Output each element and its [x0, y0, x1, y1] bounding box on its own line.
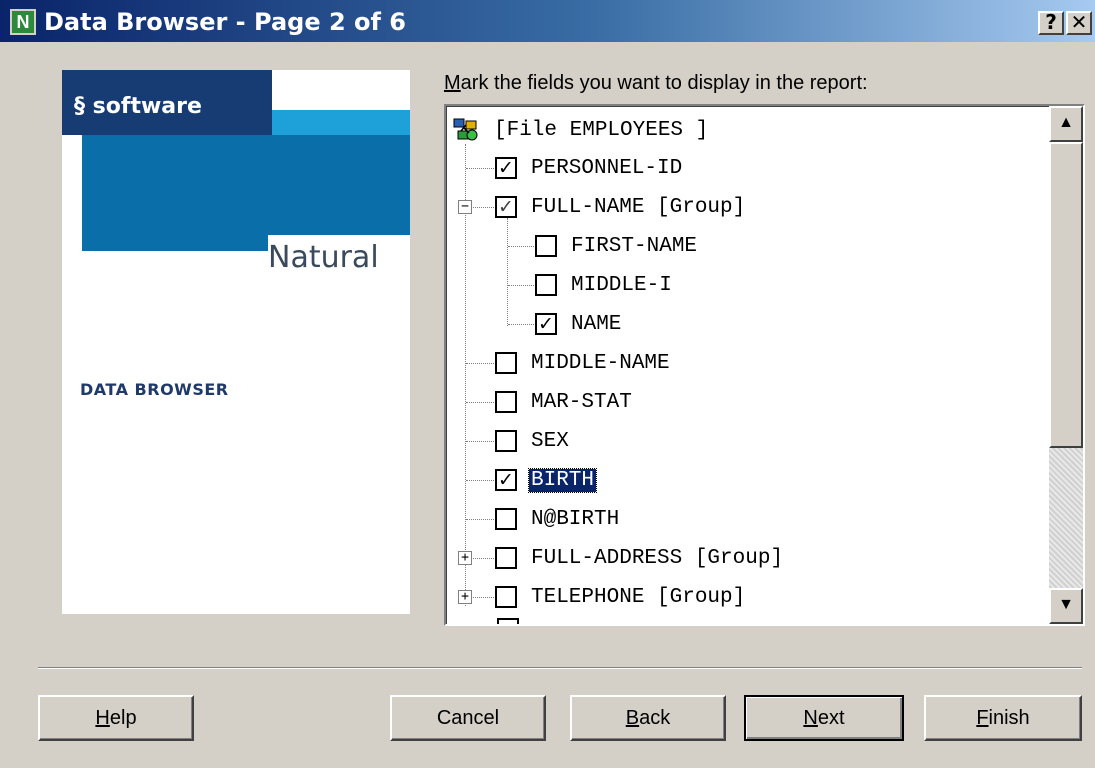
cancel-button[interactable]: Cancel	[390, 695, 546, 741]
checkbox[interactable]	[535, 274, 557, 296]
tree-root[interactable]: [File EMPLOYEES ]	[452, 111, 708, 149]
tree-item-middle-i[interactable]: MIDDLE-I	[535, 266, 672, 304]
checkbox[interactable]: ✓	[495, 469, 517, 491]
fields-tree[interactable]: [File EMPLOYEES ] − + + ✓ PERSONNEL-ID ✓…	[444, 104, 1085, 626]
tree-item-label: MAR-STAT	[531, 390, 632, 414]
natural-product-name: Natural	[268, 240, 379, 275]
next-button[interactable]: Next	[744, 695, 904, 741]
tree-item-label: MIDDLE-I	[571, 273, 672, 297]
scroll-up-button[interactable]: ▲	[1049, 106, 1083, 142]
tree-item-full-name[interactable]: ✓ FULL-NAME [Group]	[495, 188, 745, 226]
instruction-label: Mark the fields you want to display in t…	[444, 72, 868, 94]
tree-item-name[interactable]: ✓ NAME	[535, 305, 621, 343]
checkbox[interactable]	[535, 235, 557, 257]
tree-item-sex[interactable]: SEX	[495, 422, 569, 460]
tree-item-telephone[interactable]: TELEPHONE [Group]	[495, 578, 745, 616]
help-title-button[interactable]: ?	[1038, 11, 1064, 35]
tree-item-label: MIDDLE-NAME	[531, 351, 670, 375]
logo-panel: § software Natural DATA BROWSER	[38, 70, 420, 624]
checkbox[interactable]	[495, 547, 517, 569]
tree-item-label: FULL-ADDRESS [Group]	[531, 546, 784, 570]
checkbox[interactable]: ✓	[495, 157, 517, 179]
checkbox[interactable]	[495, 430, 517, 452]
title-bar: N Data Browser - Page 2 of 6 ? ✕	[0, 0, 1095, 44]
help-button[interactable]: Help	[38, 695, 194, 741]
tree-root-label: [File EMPLOYEES ]	[494, 118, 709, 142]
tree-item-first-name[interactable]: FIRST-NAME	[535, 227, 697, 265]
tree-item-personnel-id[interactable]: ✓ PERSONNEL-ID	[495, 149, 682, 187]
tree-item-mar-stat[interactable]: MAR-STAT	[495, 383, 632, 421]
app-icon[interactable]: N	[10, 9, 36, 35]
software-ag-logo: § software	[74, 94, 202, 119]
vertical-scrollbar[interactable]: ▲ ▼	[1049, 106, 1083, 624]
collapse-full-name-button[interactable]: −	[458, 200, 472, 214]
separator	[38, 667, 1082, 669]
checkbox[interactable]	[495, 352, 517, 374]
window-title: Data Browser - Page 2 of 6	[44, 8, 406, 36]
scroll-down-button[interactable]: ▼	[1049, 588, 1083, 624]
expand-full-address-button[interactable]: +	[458, 551, 472, 565]
panel-caption: DATA BROWSER	[80, 380, 229, 399]
checkbox[interactable]	[495, 508, 517, 530]
tree-item-label: FIRST-NAME	[571, 234, 698, 258]
tree-item-middle-name[interactable]: MIDDLE-NAME	[495, 344, 670, 382]
back-button[interactable]: Back	[570, 695, 726, 741]
tree-item-label: TELEPHONE [Group]	[531, 585, 746, 609]
tree-item-birth[interactable]: ✓ BIRTH	[495, 461, 598, 499]
tree-item-label: N@BIRTH	[531, 507, 620, 531]
tree-item-full-address[interactable]: FULL-ADDRESS [Group]	[495, 539, 783, 577]
tree-item-n-birth[interactable]: N@BIRTH	[495, 500, 619, 538]
scroll-thumb[interactable]	[1049, 142, 1083, 448]
tree-item-label-selected: BIRTH	[527, 467, 598, 493]
tree-item-label: PERSONNEL-ID	[531, 156, 683, 180]
tree-item-label: SEX	[531, 429, 569, 453]
checkbox[interactable]: ✓	[535, 313, 557, 335]
finish-button[interactable]: Finish	[924, 695, 1082, 741]
database-file-icon	[452, 117, 480, 143]
close-button[interactable]: ✕	[1066, 11, 1092, 35]
checkbox[interactable]	[495, 391, 517, 413]
expand-telephone-button[interactable]: +	[458, 590, 472, 604]
checkbox[interactable]	[495, 586, 517, 608]
checkbox[interactable]: ✓	[495, 196, 517, 218]
tree-item-label: FULL-NAME [Group]	[531, 195, 746, 219]
partial-checkbox	[497, 618, 519, 624]
tree-item-label: NAME	[571, 312, 622, 336]
